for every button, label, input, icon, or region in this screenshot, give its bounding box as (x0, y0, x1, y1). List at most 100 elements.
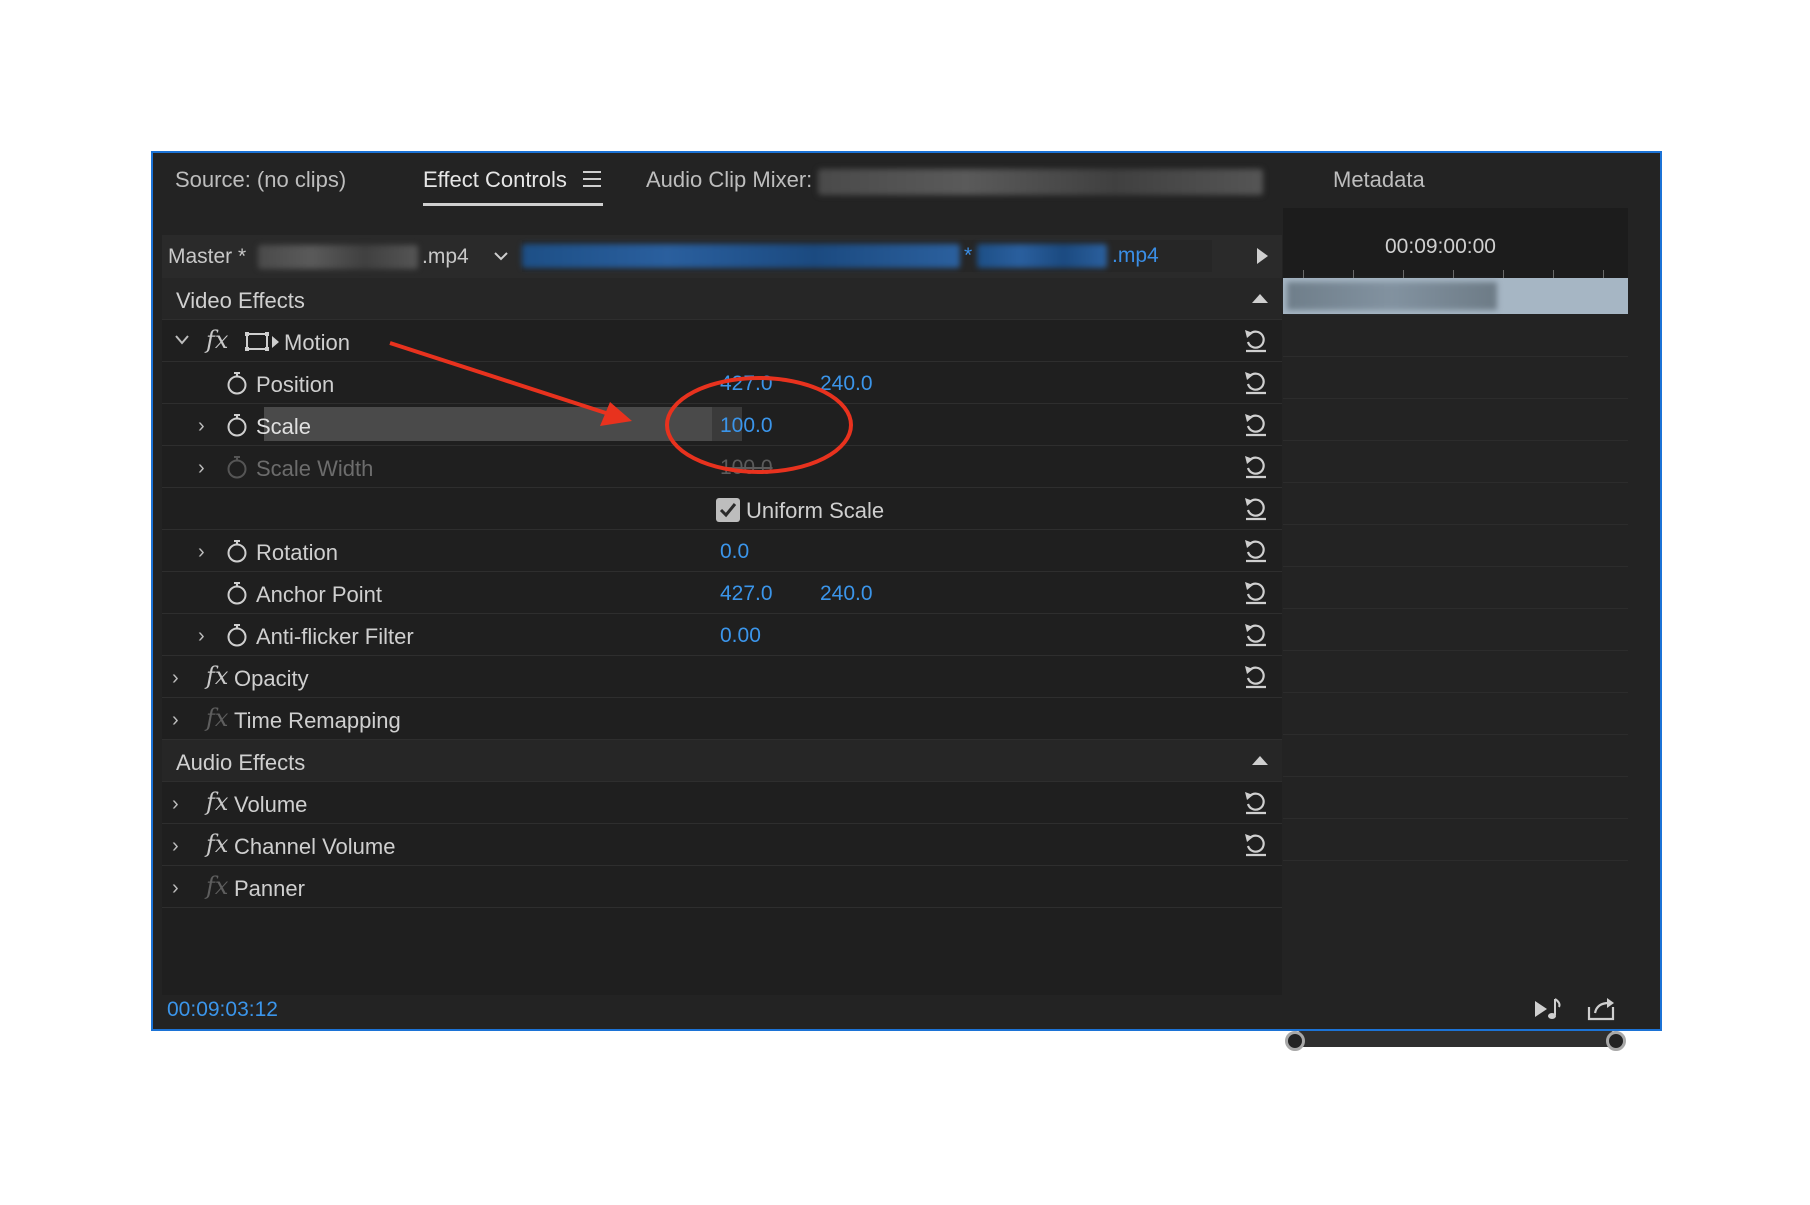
collapse-up-icon[interactable] (1252, 294, 1268, 303)
effect-row-volume[interactable]: › fx Volume (162, 782, 1282, 824)
stopwatch-icon[interactable] (226, 413, 248, 437)
scale-value[interactable]: 100.0 (720, 414, 773, 438)
effect-timeline[interactable]: 00:09:00:00 (1283, 208, 1628, 1051)
reset-icon[interactable] (1242, 831, 1270, 859)
redacted-clip-name (818, 169, 1263, 195)
chevron-right-icon[interactable]: › (172, 793, 179, 816)
property-row-anchor-point[interactable]: Anchor Point 427.0 240.0 (162, 572, 1282, 614)
effect-controls-panel: Source: (no clips) Effect Controls Audio… (151, 151, 1662, 1051)
position-x-value[interactable]: 427.0 (720, 372, 773, 396)
stopwatch-icon (227, 456, 247, 479)
clip-dropdown-chevron-icon[interactable] (492, 247, 510, 265)
property-row-scale-width[interactable]: › Scale Width 100.0 (162, 446, 1282, 488)
redacted-master-name (258, 245, 418, 269)
chevron-right-icon[interactable]: › (198, 457, 205, 480)
chevron-right-icon[interactable]: › (198, 541, 205, 564)
chevron-right-icon[interactable]: › (172, 709, 179, 732)
chevron-right-icon[interactable]: › (198, 625, 205, 648)
scrollbar-right-handle[interactable] (1606, 1031, 1626, 1051)
tab-source[interactable]: Source: (no clips) (175, 167, 346, 193)
property-row-anti-flicker[interactable]: › Anti-flicker Filter 0.00 (162, 614, 1282, 656)
sequence-clip-selector[interactable]: * .mp4 (522, 240, 1212, 272)
playhead-timecode[interactable]: 00:09:03:12 (167, 998, 278, 1022)
reset-icon[interactable] (1242, 369, 1270, 397)
timeline-ruler[interactable]: 00:09:00:00 (1283, 208, 1628, 278)
effect-row-motion[interactable]: fx Motion (162, 320, 1282, 362)
reset-icon[interactable] (1242, 495, 1270, 523)
anchor-point-x-value[interactable]: 427.0 (720, 582, 773, 606)
chevron-right-icon[interactable]: › (172, 835, 179, 858)
effect-row-time-remapping[interactable]: › fx Time Remapping (162, 698, 1282, 740)
transform-handle-icon[interactable] (244, 331, 280, 353)
video-effects-header[interactable]: Video Effects (162, 278, 1282, 320)
scale-label: Scale (256, 414, 312, 439)
reset-icon[interactable] (1242, 579, 1270, 607)
rotation-value[interactable]: 0.0 (720, 540, 749, 564)
ruler-timecode: 00:09:00:00 (1385, 235, 1496, 258)
anti-flicker-label: Anti-flicker Filter (256, 624, 414, 649)
uniform-scale-label: Uniform Scale (746, 498, 885, 523)
scrollbar-left-handle[interactable] (1285, 1031, 1305, 1051)
effect-row-panner[interactable]: › fx Panner (162, 866, 1282, 908)
fx-icon[interactable]: fx (206, 326, 228, 354)
active-tab-underline (423, 203, 603, 206)
export-frame-icon[interactable] (1585, 995, 1617, 1023)
scrollbar-track[interactable] (1293, 1031, 1618, 1047)
rotation-label: Rotation (256, 540, 338, 565)
anti-flicker-value[interactable]: 0.00 (720, 624, 761, 648)
property-row-scale[interactable]: › Scale 100.0 (162, 404, 1282, 446)
stopwatch-icon[interactable] (226, 581, 248, 605)
reset-icon[interactable] (1242, 663, 1270, 691)
tab-audio-clip-mixer[interactable]: Audio Clip Mixer: (646, 167, 812, 193)
reset-icon[interactable] (1242, 537, 1270, 565)
tab-effect-controls[interactable]: Effect Controls (423, 167, 567, 193)
property-row-position[interactable]: Position 427.0 240.0 (162, 362, 1282, 404)
stopwatch-icon[interactable] (226, 539, 248, 563)
audio-effects-header[interactable]: Audio Effects (162, 740, 1282, 782)
stopwatch-icon[interactable] (226, 623, 248, 647)
sequence-clip-star: * (964, 244, 973, 267)
tab-metadata[interactable]: Metadata (1333, 167, 1425, 193)
reset-icon[interactable] (1242, 789, 1270, 817)
play-audio-only-icon[interactable] (1533, 995, 1565, 1023)
property-row-rotation[interactable]: › Rotation 0.0 (162, 530, 1282, 572)
fx-icon: fx (206, 872, 229, 900)
fx-icon[interactable]: fx (206, 830, 228, 858)
anchor-point-y-value[interactable]: 240.0 (820, 582, 873, 606)
sequence-clip-ext: .mp4 (1112, 244, 1159, 267)
effect-row-channel-volume[interactable]: › fx Channel Volume (162, 824, 1282, 866)
scale-selected-highlight (264, 407, 712, 441)
scale-width-value: 100.0 (720, 456, 773, 479)
position-label: Position (256, 372, 335, 397)
chevron-right-icon[interactable]: › (198, 415, 205, 438)
panner-label: Panner (234, 876, 305, 901)
collapse-up-icon[interactable] (1252, 756, 1268, 765)
fx-icon[interactable]: fx (206, 788, 228, 816)
master-clip-ext: .mp4 (422, 245, 469, 268)
property-row-uniform-scale[interactable]: Uniform Scale (162, 488, 1282, 530)
fx-icon: fx (206, 704, 229, 732)
redacted-clip-label (1287, 282, 1497, 310)
reset-icon[interactable] (1242, 453, 1270, 481)
reset-icon[interactable] (1242, 621, 1270, 649)
uniform-scale-checkbox[interactable] (716, 498, 740, 522)
chevron-down-icon[interactable] (174, 334, 190, 346)
checkmark-icon (719, 503, 737, 518)
redacted-sequence-name (522, 244, 960, 268)
effects-editor: Master * .mp4 * .mp4 Video Effects fx Mo… (162, 235, 1282, 995)
fx-icon[interactable]: fx (206, 662, 228, 690)
effect-row-opacity[interactable]: › fx Opacity (162, 656, 1282, 698)
reset-icon[interactable] (1242, 411, 1270, 439)
panel-menu-icon[interactable] (583, 171, 601, 187)
reset-icon[interactable] (1242, 327, 1270, 355)
audio-effects-label: Audio Effects (176, 750, 306, 775)
position-y-value[interactable]: 240.0 (820, 372, 873, 396)
stopwatch-icon[interactable] (226, 371, 248, 395)
clip-header: Master * .mp4 * .mp4 (162, 235, 1282, 279)
play-clip-icon[interactable] (1257, 248, 1268, 264)
chevron-right-icon[interactable]: › (172, 877, 179, 900)
timeline-clip-bar[interactable] (1283, 278, 1628, 314)
timeline-zoom-scrollbar[interactable] (1283, 1028, 1628, 1051)
chevron-right-icon[interactable]: › (172, 667, 179, 690)
opacity-label: Opacity (234, 666, 309, 691)
